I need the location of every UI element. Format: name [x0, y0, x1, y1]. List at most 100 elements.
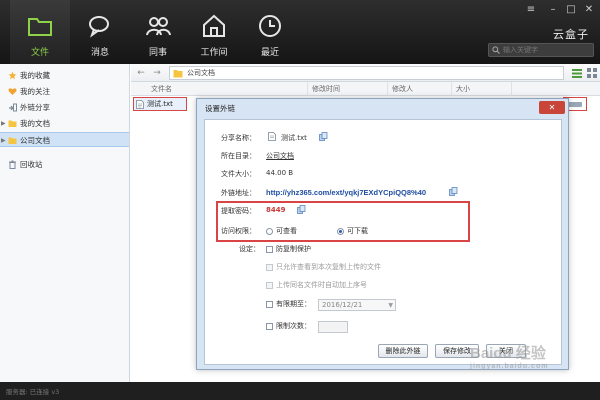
link-address-value[interactable]: http://yhz365.com/ext/yqkj7EXdYCpiQQ8%40 [266, 188, 426, 197]
delete-link-button[interactable]: 删除此外链 [378, 344, 428, 358]
extract-code-label: 提取密码： [221, 207, 256, 215]
nav-tab-recent[interactable]: 最近 [240, 0, 300, 64]
share-name-value: 测试.txt [281, 134, 307, 142]
watermark-sub: jingyan.baidu.com [470, 363, 549, 370]
sidebar-item-label: 外链分享 [20, 103, 50, 112]
status-text: 服务器: 已连接 v3 [6, 388, 60, 396]
maximize-icon[interactable]: □ [564, 4, 578, 16]
copy-protect-checkbox[interactable] [266, 246, 273, 253]
share-link-icon [568, 102, 582, 107]
text-file-icon [268, 132, 276, 141]
auto-rename-checkbox[interactable] [266, 282, 273, 289]
perm-download-label[interactable]: 可下载 [347, 226, 368, 236]
copy-icon[interactable] [449, 187, 458, 196]
access-permission-label: 访问权限： [221, 227, 256, 235]
nav-tab-label: 最近 [260, 48, 279, 58]
text-file-icon [136, 100, 144, 109]
share-name-label: 分享名称： [221, 134, 256, 142]
folder-icon [173, 70, 183, 78]
extract-code-value: 8449 [266, 206, 286, 214]
expand-arrow-icon[interactable]: ▶ [1, 133, 6, 148]
brand-logo-text: 云盒子 [553, 28, 589, 41]
sidebar-item-label: 公司文档 [20, 136, 50, 145]
clock-icon [259, 15, 281, 37]
column-header-modified-time[interactable]: 修改时间 [307, 82, 387, 96]
grid-view-icon[interactable] [586, 67, 598, 79]
house-icon [203, 14, 225, 37]
sidebar-item-label: 回收站 [20, 160, 43, 169]
auto-rename-label: 上传同名文件时自动加上序号 [276, 281, 367, 289]
limit-count-input[interactable] [318, 321, 348, 333]
file-name: 测试.txt [147, 100, 173, 108]
sidebar-item-label: 我的文档 [20, 119, 50, 128]
nav-tab-colleagues[interactable]: 同事 [128, 0, 188, 64]
nav-tab-messages[interactable]: 消息 [70, 0, 130, 64]
sidebar-item-recycle-bin[interactable]: 回收站 [0, 157, 129, 172]
sidebar-item-external-share[interactable]: 外链分享 [0, 100, 129, 115]
column-header-name[interactable]: 文件名 [147, 82, 307, 96]
folder-icon [8, 120, 17, 127]
perm-download-radio[interactable] [337, 228, 344, 235]
copy-icon[interactable] [297, 205, 306, 214]
column-header-extra [511, 82, 600, 96]
link-address-label: 外链地址： [221, 189, 256, 197]
copy-protect-label[interactable]: 防复制保护 [276, 244, 311, 254]
share-link-dialog: 设置外链 ✕ 分享名称： 测试.txt 所在目录： 公司文档 文件大小： 44.… [196, 98, 569, 370]
directory-label: 所在目录： [221, 152, 256, 160]
forward-arrow-icon[interactable]: → [151, 67, 163, 79]
people-icon [146, 17, 171, 36]
nav-tab-label: 消息 [90, 48, 109, 58]
sidebar-item-label: 我的收藏 [20, 71, 50, 80]
link-icon [9, 103, 17, 112]
limit-count-checkbox[interactable] [266, 323, 273, 330]
dialog-close-button[interactable]: ✕ [539, 101, 565, 114]
top-bar: 文件 消息 同事 工作间 最近 ≡ – □ ✕ 云盒子 输入关键字 [0, 0, 600, 64]
nav-tab-files[interactable]: 文件 [10, 0, 70, 64]
search-box[interactable] [488, 43, 594, 57]
expire-checkbox[interactable] [266, 301, 273, 308]
perm-view-label[interactable]: 可查看 [276, 226, 297, 236]
search-input[interactable] [503, 44, 591, 56]
back-arrow-icon[interactable]: ← [135, 67, 147, 79]
star-icon [8, 71, 17, 80]
status-bar: 服务器: 已连接 v3 [0, 382, 600, 400]
expire-label[interactable]: 有限期至： [276, 299, 311, 309]
settings-label: 设定： [239, 245, 260, 253]
nav-tab-label: 工作间 [200, 48, 228, 58]
file-size-label: 文件大小： [221, 170, 256, 178]
copy-icon[interactable] [319, 132, 328, 141]
column-header-size[interactable]: 大小 [451, 82, 511, 96]
expand-arrow-icon[interactable]: ▶ [1, 116, 6, 131]
sidebar-item-label: 我的关注 [20, 87, 50, 96]
minimize-icon[interactable]: – [546, 4, 560, 16]
list-view-icon[interactable] [571, 67, 583, 79]
chat-icon [89, 16, 109, 38]
first-upload-label: 只允许查看到本次复制上传的文件 [276, 263, 381, 271]
file-size-value: 44.00 B [266, 169, 294, 177]
file-name-cell[interactable]: 测试.txt [133, 97, 187, 111]
trash-icon [9, 160, 16, 169]
nav-tab-workspace[interactable]: 工作间 [184, 0, 244, 64]
search-icon [492, 46, 500, 54]
expire-date-picker[interactable]: 2016/12/21 ▼ [318, 299, 396, 311]
sidebar-item-company-docs[interactable]: ▶ 公司文档 [0, 132, 129, 147]
menu-icon[interactable]: ≡ [524, 4, 538, 16]
directory-link[interactable]: 公司文档 [266, 151, 294, 161]
close-icon[interactable]: ✕ [582, 4, 596, 16]
sidebar-item-my-docs[interactable]: ▶ 我的文档 [0, 116, 129, 131]
folder-icon [8, 137, 17, 144]
perm-view-radio[interactable] [266, 228, 273, 235]
dialog-body: 分享名称： 测试.txt 所在目录： 公司文档 文件大小： 44.00 B 外链… [204, 119, 562, 365]
sidebar-item-following[interactable]: 我的关注 [0, 84, 129, 99]
expire-date-value: 2016/12/21 [322, 301, 363, 309]
nav-tab-label: 同事 [148, 48, 167, 58]
folder-icon [28, 18, 52, 36]
path-toolbar: ← → 公司文档 [131, 64, 600, 82]
file-list-header: 文件名 修改时间 修改人 大小 [131, 82, 600, 96]
column-header-modified-by[interactable]: 修改人 [387, 82, 451, 96]
sidebar-item-favorites[interactable]: 我的收藏 [0, 68, 129, 83]
limit-count-label[interactable]: 限制次数： [276, 321, 311, 331]
first-upload-checkbox[interactable] [266, 264, 273, 271]
breadcrumb[interactable]: 公司文档 [169, 66, 564, 80]
breadcrumb-path: 公司文档 [187, 69, 215, 77]
